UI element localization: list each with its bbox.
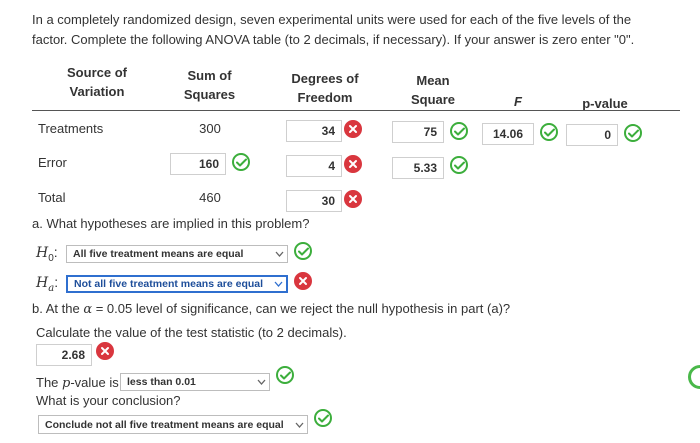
header-source-line2: Variation — [69, 84, 125, 99]
header-ss: Sum of Squares — [172, 66, 247, 104]
ha-dropdown[interactable]: Not all five treatment means are equal — [66, 275, 288, 293]
p-value-prompt-post: -value is — [70, 375, 119, 390]
treatments-f-input[interactable]: 14.06 — [482, 123, 534, 145]
chevron-down-icon — [257, 379, 266, 385]
x-icon — [344, 120, 362, 138]
p-value-prompt: The p-value is — [36, 375, 119, 391]
x-icon — [96, 342, 114, 360]
row-label-total: Total — [38, 190, 66, 205]
partial-status-icon — [688, 365, 700, 389]
chevron-down-icon — [274, 281, 283, 287]
x-icon — [294, 272, 312, 290]
alpha-symbol: α — [83, 302, 93, 317]
checkmark-icon — [314, 409, 332, 427]
row-label-treatments: Treatments — [38, 121, 104, 136]
conclusion-selected-value: Conclude not all five treatment means ar… — [45, 418, 284, 431]
header-df-line2: Freedom — [297, 90, 353, 105]
h0-selected-value: All five treatment means are equal — [73, 248, 244, 260]
header-ms-line1: Mean — [416, 73, 450, 88]
total-ss: 460 — [199, 190, 221, 205]
h0-symbol: H — [36, 245, 49, 261]
row-label-error: Error — [38, 155, 67, 170]
header-ms: Mean Square — [398, 71, 468, 109]
x-icon — [344, 190, 362, 208]
calc-prompt: Calculate the value of the test statisti… — [36, 325, 347, 340]
header-df: Degrees of Freedom — [280, 69, 370, 107]
part-a-question: a. What hypotheses are implied in this p… — [32, 216, 310, 231]
checkmark-icon — [450, 156, 468, 174]
checkmark-icon — [624, 124, 642, 142]
conclusion-dropdown[interactable]: Conclude not all five treatment means ar… — [38, 415, 308, 434]
test-statistic-input[interactable]: 2.68 — [36, 344, 92, 366]
h0-dropdown[interactable]: All five treatment means are equal — [66, 245, 288, 263]
checkmark-icon — [294, 242, 312, 260]
error-ss-input[interactable]: 160 — [170, 153, 226, 175]
problem-intro: In a completely randomized design, seven… — [32, 12, 635, 47]
treatments-df-input[interactable]: 34 — [286, 120, 342, 142]
error-df-input[interactable]: 4 — [286, 155, 342, 177]
header-ms-line2: Square — [410, 92, 456, 107]
chevron-down-icon — [295, 422, 304, 428]
treatments-ms-input[interactable]: 75 — [392, 121, 444, 143]
ha-colon: : — [54, 274, 59, 290]
part-b-question: b. At the α = 0.05 level of significance… — [32, 301, 510, 317]
checkmark-icon — [450, 122, 468, 140]
header-f: F — [514, 94, 522, 109]
error-ms-input[interactable]: 5.33 — [392, 157, 444, 179]
p-value-prompt-pre: The — [36, 375, 63, 390]
checkmark-icon — [232, 153, 250, 171]
conclusion-prompt: What is your conclusion? — [36, 393, 181, 408]
h0-colon: : — [53, 244, 58, 260]
header-df-line1: Degrees of — [291, 71, 359, 86]
header-source-line1: Source of — [67, 65, 127, 80]
header-divider — [32, 110, 680, 111]
header-ss-line1: Sum of — [187, 68, 232, 83]
checkmark-icon — [540, 123, 558, 141]
treatments-p-input[interactable]: 0 — [566, 124, 618, 146]
h0-label: H0: — [36, 244, 58, 264]
ha-label: Ha: — [36, 274, 58, 294]
part-b-question-pre: b. At the — [32, 301, 84, 316]
treatments-ss: 300 — [199, 121, 221, 136]
p-value-selected-value: less than 0.01 — [127, 376, 196, 388]
header-ss-line2: Squares — [183, 87, 236, 102]
chevron-down-icon — [275, 251, 284, 257]
ha-selected-value: Not all five treatment means are equal — [74, 278, 264, 290]
header-source: Source of Variation — [52, 63, 142, 101]
part-b-question-post: = 0.05 level of significance, can we rej… — [92, 301, 511, 316]
x-icon — [344, 155, 362, 173]
ha-symbol: H — [36, 275, 49, 291]
total-df-input[interactable]: 30 — [286, 190, 342, 212]
p-value-dropdown[interactable]: less than 0.01 — [120, 373, 270, 391]
checkmark-icon — [276, 366, 294, 384]
